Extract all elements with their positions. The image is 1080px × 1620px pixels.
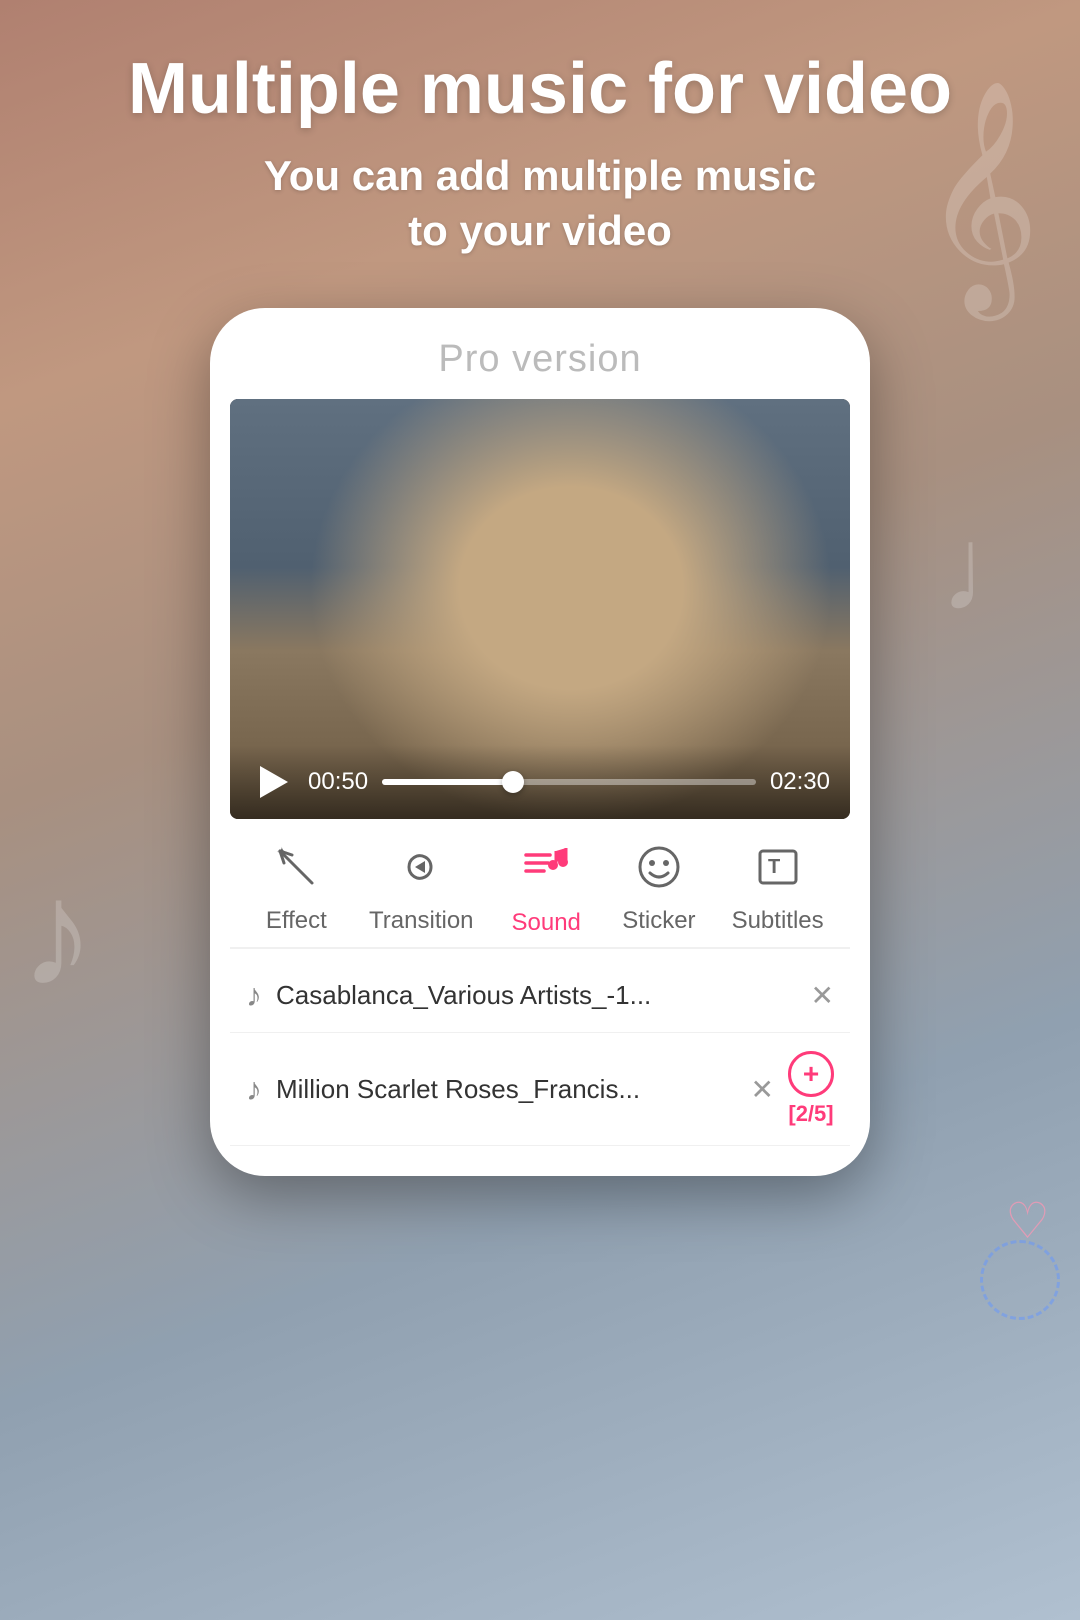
music-item-2-icon: ♪ — [246, 1071, 262, 1108]
time-start: 00:50 — [308, 768, 368, 796]
transition-label: Transition — [369, 907, 473, 935]
phone-container: Pro version 00:50 02:30 — [0, 308, 1080, 1176]
transition-icon — [397, 843, 445, 899]
effect-icon: ✦ — [272, 843, 320, 899]
progress-thumb — [502, 771, 524, 793]
add-badge[interactable]: + [2/5] — [788, 1051, 834, 1127]
dots-circle-decoration — [980, 1240, 1060, 1320]
toolbar-item-subtitles[interactable]: T Subtitles — [732, 843, 824, 935]
main-subtitle: You can add multiple music to your video — [40, 149, 1040, 258]
music-item-1-name: Casablanca_Various Artists_-1... — [276, 980, 797, 1011]
music-item-2-name: Million Scarlet Roses_Francis... — [276, 1074, 737, 1105]
time-end: 02:30 — [770, 768, 830, 796]
phone-frame: Pro version 00:50 02:30 — [210, 308, 870, 1176]
music-item-1[interactable]: ♪ Casablanca_Various Artists_-1... ✕ — [230, 959, 850, 1033]
music-list: ♪ Casablanca_Various Artists_-1... ✕ ♪ M… — [230, 949, 850, 1156]
progress-fill — [382, 779, 513, 785]
play-button[interactable] — [250, 760, 294, 804]
add-circle-icon: + — [788, 1051, 834, 1097]
pro-version-label: Pro version — [230, 338, 850, 381]
svg-text:✦: ✦ — [276, 844, 288, 860]
toolbar-item-sticker[interactable]: Sticker — [619, 843, 699, 935]
video-area[interactable]: 00:50 02:30 — [230, 399, 850, 819]
toolbar: ✦ Effect Transition — [230, 819, 850, 949]
sound-icon — [520, 841, 572, 901]
music-item-1-close[interactable]: ✕ — [811, 979, 834, 1012]
music-item-1-icon: ♪ — [246, 977, 262, 1014]
effect-label: Effect — [266, 907, 327, 935]
music-item-2-close[interactable]: ✕ — [751, 1073, 774, 1106]
subtitles-icon: T — [754, 843, 802, 899]
add-count: [2/5] — [788, 1101, 833, 1127]
music-item-2[interactable]: ♪ Million Scarlet Roses_Francis... ✕ + [… — [230, 1033, 850, 1146]
video-controls: 00:50 02:30 — [230, 745, 850, 819]
sound-label: Sound — [512, 909, 581, 937]
svg-text:T: T — [768, 856, 780, 878]
main-title: Multiple music for video — [40, 50, 1040, 129]
sticker-icon — [635, 843, 683, 899]
progress-bar[interactable] — [382, 779, 756, 785]
toolbar-item-transition[interactable]: Transition — [369, 843, 473, 935]
header-section: Multiple music for video You can add mul… — [0, 0, 1080, 288]
subtitles-label: Subtitles — [732, 907, 824, 935]
play-icon — [260, 766, 288, 798]
toolbar-item-effect[interactable]: ✦ Effect — [256, 843, 336, 935]
sticker-label: Sticker — [622, 907, 695, 935]
toolbar-item-sound[interactable]: Sound — [506, 841, 586, 937]
